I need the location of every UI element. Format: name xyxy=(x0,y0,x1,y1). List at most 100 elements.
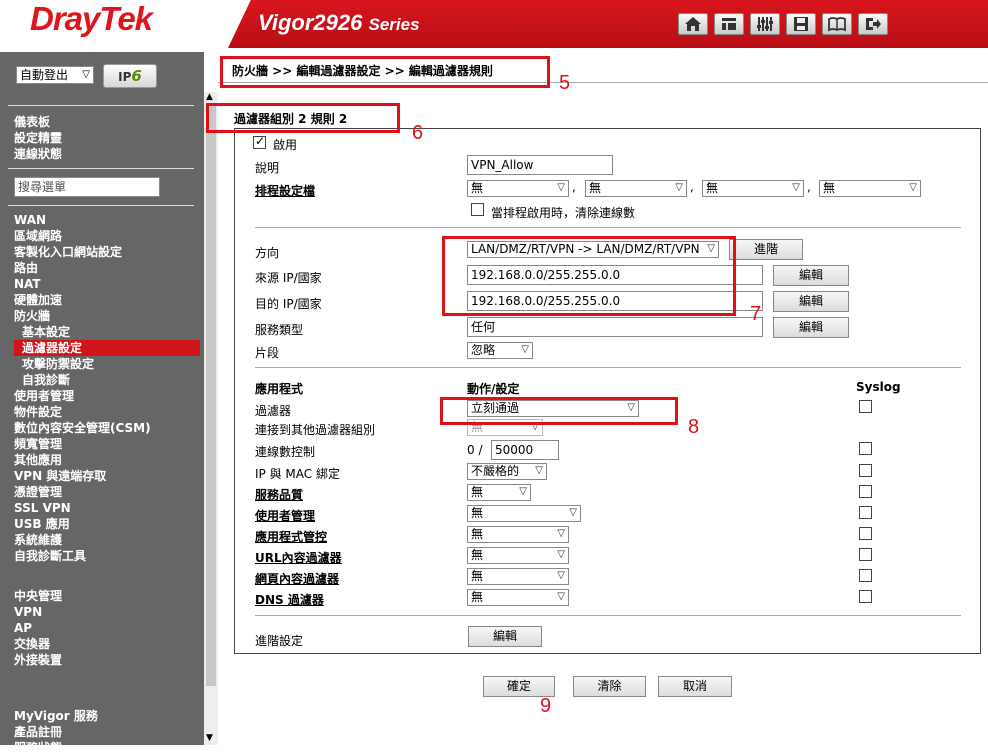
syslog-checkbox-user[interactable] xyxy=(859,506,872,519)
filter-action-label: 過濾器 xyxy=(255,404,292,418)
url-filter-label: URL內容過濾器 xyxy=(255,551,342,565)
url-filter-select[interactable]: 無 ▽ xyxy=(467,547,569,564)
scroll-down-icon[interactable]: ▼ xyxy=(206,733,213,743)
scroll-up-icon[interactable]: ▲ xyxy=(206,92,213,102)
sidebar-item[interactable]: MyVigor 服務 xyxy=(14,708,200,724)
app-header: 應用程式 xyxy=(255,382,304,396)
sidebar-item[interactable]: 產品註冊 xyxy=(14,724,200,740)
header-bar: DrayTek Vigor2926 Series xyxy=(0,0,988,52)
sidebar-item[interactable]: 頻寬管理 xyxy=(14,436,200,452)
sidebar-item[interactable]: 使用者管理 xyxy=(14,388,200,404)
syslog-checkbox-url[interactable] xyxy=(859,548,872,561)
sidebar-item[interactable]: NAT xyxy=(14,276,200,292)
sidebar-item[interactable]: 中央管理 xyxy=(14,588,200,604)
sidebar-subitem[interactable]: 過濾器設定 xyxy=(14,340,200,356)
ip-mac-binding-value: 不嚴格的 xyxy=(471,464,520,478)
save-icon[interactable] xyxy=(786,13,816,35)
sidebar-subitem[interactable]: 自我診斷 xyxy=(14,372,200,388)
sidebar-item[interactable]: VPN 與遠端存取 xyxy=(14,468,200,484)
schedule-select-1[interactable]: 無 ▽ xyxy=(467,180,569,197)
sidebar-item[interactable]: 連線狀態 xyxy=(14,146,200,162)
schedule-select-4[interactable]: 無 ▽ xyxy=(819,180,921,197)
menu-search-input[interactable]: 搜尋選單 xyxy=(14,177,160,197)
sidebar-subitem[interactable]: 攻擊防禦設定 xyxy=(14,356,200,372)
model-series: Series xyxy=(368,15,420,34)
app-control-select[interactable]: 無 ▽ xyxy=(467,526,569,543)
manual-icon[interactable] xyxy=(822,13,852,35)
sidebar-item[interactable]: 硬體加速 xyxy=(14,292,200,308)
mixer-icon[interactable] xyxy=(750,13,780,35)
dns-filter-label: DNS 過濾器 xyxy=(255,593,324,607)
schedule-select-3[interactable]: 無 ▽ xyxy=(702,180,804,197)
schedule-value: 無 xyxy=(706,181,719,195)
syslog-checkbox-qos[interactable] xyxy=(859,485,872,498)
ipv6-button[interactable]: IP6 xyxy=(103,64,157,88)
comment-input[interactable]: VPN_Allow xyxy=(467,155,613,175)
advanced-settings-edit-button[interactable]: 編輯 xyxy=(468,626,542,647)
sidebar-item[interactable]: 憑證管理 xyxy=(14,484,200,500)
dns-filter-select[interactable]: 無 ▽ xyxy=(467,589,569,606)
dns-filter-value: 無 xyxy=(471,590,484,604)
web-filter-select[interactable]: 無 ▽ xyxy=(467,568,569,585)
sidebar-group-main: WAN 區域網路 客製化入口網站設定 路由 NAT 硬體加速 防火牆 基本設定 過濾器設定 攻擊防… xyxy=(14,212,200,564)
source-ip-edit-button[interactable]: 編輯 xyxy=(773,265,849,286)
sidebar-item[interactable]: 客製化入口網站設定 xyxy=(14,244,200,260)
schedule-value: 無 xyxy=(471,181,484,195)
annotation-number-5: 5 xyxy=(559,72,571,94)
clear-button[interactable]: 清除 xyxy=(573,676,646,697)
sidebar-item[interactable]: 路由 xyxy=(14,260,200,276)
sidebar-item[interactable]: SSL VPN xyxy=(14,500,200,516)
divider xyxy=(8,168,194,169)
sidebar-item[interactable]: VPN xyxy=(14,604,200,620)
logout-icon[interactable] xyxy=(858,13,888,35)
sidebar-item[interactable]: 防火牆 xyxy=(14,308,200,324)
ok-button[interactable]: 確定 xyxy=(483,676,555,697)
enable-checkbox[interactable] xyxy=(253,134,266,149)
service-type-input[interactable]: 任何 xyxy=(467,317,763,337)
sidebar-item[interactable]: 其他應用 xyxy=(14,452,200,468)
syslog-checkbox-dns[interactable] xyxy=(859,590,872,603)
cancel-button[interactable]: 取消 xyxy=(658,676,732,697)
clear-sessions-checkbox[interactable] xyxy=(471,203,484,216)
scrollbar-thumb[interactable] xyxy=(206,106,216,686)
sidebar-item[interactable]: 外接裝置 xyxy=(14,652,200,668)
direction-label: 方向 xyxy=(255,246,280,260)
user-management-label: 使用者管理 xyxy=(255,509,316,523)
sidebar-item[interactable]: 物件設定 xyxy=(14,404,200,420)
sidebar-subitem[interactable]: 基本設定 xyxy=(14,324,200,340)
sidebar-item[interactable]: 系統維護 xyxy=(14,532,200,548)
sidebar-item[interactable]: 交換器 xyxy=(14,636,200,652)
sidebar-group-status: 儀表板 設定精靈 連線狀態 xyxy=(14,114,200,162)
user-management-value: 無 xyxy=(471,506,484,520)
syslog-checkbox-web[interactable] xyxy=(859,569,872,582)
dest-ip-edit-button[interactable]: 編輯 xyxy=(773,291,849,312)
fragment-value: 忽略 xyxy=(471,343,496,357)
quick-start-icon[interactable] xyxy=(714,13,744,35)
sidebar-item[interactable]: 設定精靈 xyxy=(14,130,200,146)
home-icon[interactable] xyxy=(678,13,708,35)
syslog-checkbox-maxconn[interactable] xyxy=(859,442,872,455)
syslog-checkbox-apm[interactable] xyxy=(859,527,872,540)
syslog-checkbox-filter[interactable] xyxy=(859,400,872,413)
login-mode-select[interactable]: 自動登出 ▽ xyxy=(16,66,94,84)
schedule-select-2[interactable]: 無 ▽ xyxy=(585,180,687,197)
sidebar-item[interactable]: 服務狀態 xyxy=(14,740,200,756)
chevron-down-icon: ▽ xyxy=(792,182,800,193)
sidebar-scrollbar[interactable]: ▲ ▼ xyxy=(204,92,218,745)
service-type-edit-button[interactable]: 編輯 xyxy=(773,317,849,338)
sidebar-item[interactable]: 自我診斷工具 xyxy=(14,548,200,564)
ip-mac-binding-select[interactable]: 不嚴格的 ▽ xyxy=(467,463,547,480)
max-sessions-input[interactable]: 50000 xyxy=(491,440,559,460)
user-management-select[interactable]: 無 ▽ xyxy=(467,505,581,522)
sidebar-item[interactable]: 區域網路 xyxy=(14,228,200,244)
sidebar-item[interactable]: 儀表板 xyxy=(14,114,200,130)
syslog-checkbox-ipmac[interactable] xyxy=(859,464,872,477)
sidebar-item[interactable]: AP xyxy=(14,620,200,636)
qos-select[interactable]: 無 ▽ xyxy=(467,484,531,501)
comma: , xyxy=(807,180,811,194)
fragment-select[interactable]: 忽略 ▽ xyxy=(467,342,533,359)
direction-advanced-button[interactable]: 進階 xyxy=(729,239,803,260)
sidebar-item[interactable]: USB 應用 xyxy=(14,516,200,532)
sidebar-item[interactable]: 數位內容安全管理(CSM) xyxy=(14,420,200,436)
sidebar-item[interactable]: WAN xyxy=(14,212,200,228)
